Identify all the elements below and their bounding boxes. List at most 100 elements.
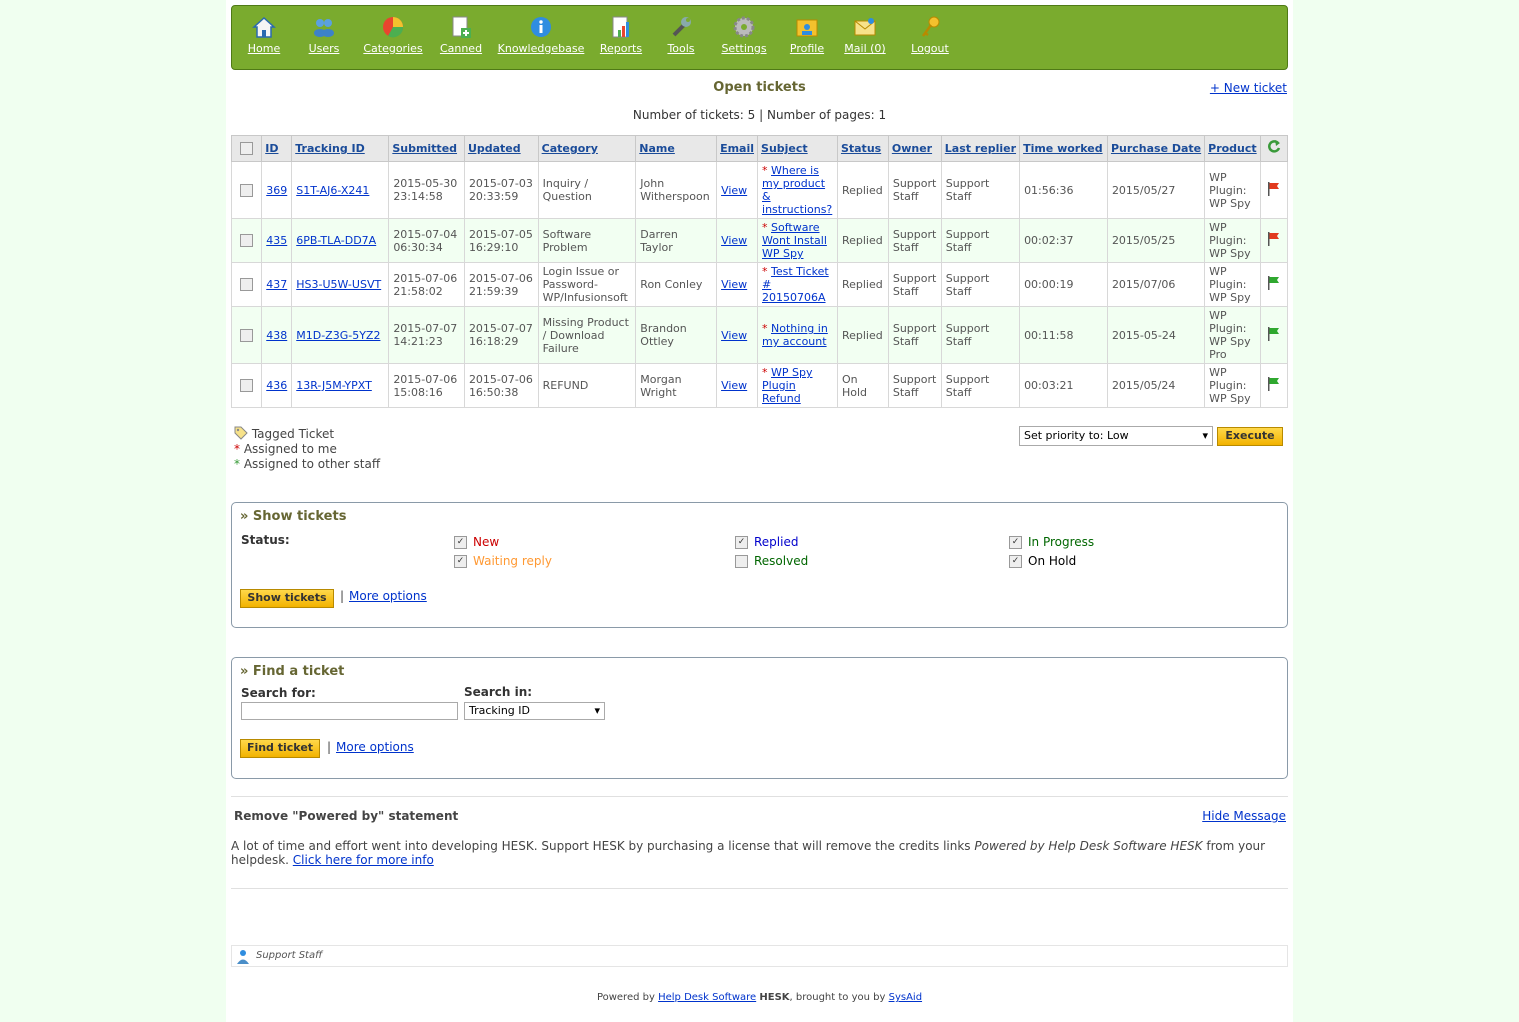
ticket-id-link[interactable]: 437 <box>266 278 287 291</box>
row-select-cell[interactable] <box>230 262 263 307</box>
show-tickets-button[interactable]: Show tickets <box>240 589 334 608</box>
last-replier-cell: Support Staff <box>940 262 1021 307</box>
powered-by: Powered by Help Desk Software HESK, brou… <box>596 992 923 1003</box>
nav-tools[interactable]: Tools <box>662 14 700 55</box>
nav-reports[interactable]: Reports <box>598 14 644 55</box>
hide-message-link[interactable]: Hide Message <box>1202 809 1286 823</box>
subject-link[interactable]: Test Ticket # 20150706A <box>762 265 829 304</box>
email-view-link[interactable]: View <box>721 234 747 247</box>
tracking-id-link[interactable]: 6PB-TLA-DD7A <box>296 234 376 247</box>
subject-link[interactable]: WP Spy Plugin Refund <box>762 366 812 405</box>
table-row[interactable]: 438 M1D-Z3G-5YZ2 2015-07-07 14:21:23 201… <box>230 306 1288 364</box>
find-more-options-link[interactable]: More options <box>336 740 414 754</box>
subject-link[interactable]: Software Wont Install WP Spy <box>762 221 827 260</box>
owner-cell: Support Staff <box>887 218 942 263</box>
new-ticket-link[interactable]: + New ticket <box>1210 81 1287 95</box>
priority-select[interactable]: Set priority to: Low ▾ <box>1019 426 1213 446</box>
row-select-cell[interactable] <box>230 161 263 219</box>
nav-settings[interactable]: Settings <box>718 14 770 55</box>
col-header-status[interactable]: Status <box>836 135 889 162</box>
email-view-link[interactable]: View <box>721 278 747 291</box>
row-checkbox[interactable] <box>240 278 254 292</box>
col-header-subject[interactable]: Subject <box>757 135 838 162</box>
search-input[interactable] <box>241 702 458 720</box>
sysaid-link[interactable]: SysAid <box>889 992 922 1003</box>
col-header-submitted[interactable]: Submitted <box>388 135 465 162</box>
ticket-id-link[interactable]: 369 <box>266 184 287 197</box>
col-header-time-worked[interactable]: Time worked <box>1019 135 1108 162</box>
status-replied[interactable]: ✓ Replied <box>735 535 798 549</box>
tracking-id-link[interactable]: M1D-Z3G-5YZ2 <box>296 329 380 342</box>
col-header-owner[interactable]: Owner <box>887 135 942 162</box>
ticket-id-link[interactable]: 438 <box>266 329 287 342</box>
updated-cell: 2015-07-03 20:33:59 <box>463 161 539 219</box>
chevron-down-icon: ▾ <box>1202 429 1208 442</box>
table-row[interactable]: 435 6PB-TLA-DD7A 2015-07-04 06:30:34 201… <box>230 218 1288 263</box>
priority-flag-icon <box>1268 232 1280 246</box>
status-new[interactable]: ✓ New <box>454 535 499 549</box>
subject-link[interactable]: Where is my product & instructions? <box>762 164 832 216</box>
tracking-id-link[interactable]: S1T-AJ6-X241 <box>296 184 369 197</box>
tracking-id-link[interactable]: HS3-U5W-USVT <box>296 278 381 291</box>
status-replied-checkbox[interactable]: ✓ <box>735 536 748 549</box>
col-header-tracking[interactable]: Tracking ID <box>291 135 390 162</box>
col-header-product[interactable]: Product <box>1204 135 1262 162</box>
nav-knowledgebase[interactable]: Knowledgebase <box>496 14 586 55</box>
nav-categories[interactable]: Categories <box>362 14 424 55</box>
submitted-cell: 2015-07-06 15:08:16 <box>388 363 465 408</box>
nav-users[interactable]: Users <box>304 14 344 55</box>
col-header-name[interactable]: Name <box>635 135 718 162</box>
email-view-link[interactable]: View <box>721 379 747 392</box>
separator: | <box>327 740 332 754</box>
helpdesk-link[interactable]: Help Desk Software <box>658 992 756 1003</box>
row-checkbox[interactable] <box>240 183 254 197</box>
row-select-cell[interactable] <box>230 218 263 263</box>
search-in-select[interactable]: Tracking ID ▾ <box>464 702 605 720</box>
refresh-icon[interactable] <box>1266 139 1282 155</box>
status-resolved[interactable]: Resolved <box>735 554 808 568</box>
nav-home[interactable]: Home <box>242 14 286 55</box>
col-header-purchase-date[interactable]: Purchase Date <box>1106 135 1206 162</box>
status-resolved-checkbox[interactable] <box>735 555 748 568</box>
select-all-checkbox[interactable] <box>240 142 254 156</box>
status-waiting-reply[interactable]: ✓ Waiting reply <box>454 554 552 568</box>
owner-cell: Support Staff <box>887 161 942 219</box>
status-on-hold-checkbox[interactable]: ✓ <box>1009 555 1022 568</box>
status-new-checkbox[interactable]: ✓ <box>454 536 467 549</box>
find-ticket-button[interactable]: Find ticket <box>240 739 320 758</box>
nav-canned[interactable]: Canned <box>438 14 484 55</box>
nav-logout[interactable]: Logout <box>906 14 954 55</box>
execute-button[interactable]: Execute <box>1217 427 1283 446</box>
row-checkbox[interactable] <box>240 379 254 393</box>
table-row[interactable]: 436 13R-J5M-YPXT 2015-07-06 15:08:16 201… <box>230 363 1288 408</box>
select-all-header[interactable] <box>230 135 263 162</box>
col-header-updated[interactable]: Updated <box>463 135 539 162</box>
col-header-id[interactable]: ID <box>261 135 293 162</box>
ticket-id-link[interactable]: 435 <box>266 234 287 247</box>
ticket-id-link[interactable]: 436 <box>266 379 287 392</box>
ticket-id-cell: 436 <box>261 363 293 408</box>
refresh-header[interactable] <box>1260 135 1288 162</box>
email-view-link[interactable]: View <box>721 184 747 197</box>
row-select-cell[interactable] <box>230 306 263 364</box>
nav-mail[interactable]: Mail (0) <box>842 14 888 55</box>
table-row[interactable]: 369 S1T-AJ6-X241 2015-05-30 23:14:58 201… <box>230 161 1288 219</box>
table-row[interactable]: 437 HS3-U5W-USVT 2015-07-06 21:58:02 201… <box>230 262 1288 307</box>
status-on-hold[interactable]: ✓ On Hold <box>1009 554 1076 568</box>
row-checkbox[interactable] <box>240 328 254 342</box>
col-header-category[interactable]: Category <box>537 135 637 162</box>
col-header-last-replier[interactable]: Last replier <box>940 135 1021 162</box>
status-in-progress[interactable]: ✓ In Progress <box>1009 535 1094 549</box>
status-in-progress-checkbox[interactable]: ✓ <box>1009 536 1022 549</box>
col-header-email[interactable]: Email <box>716 135 759 162</box>
category-cell: Missing Product / Download Failure <box>537 306 637 364</box>
more-options-link[interactable]: More options <box>349 589 427 603</box>
more-info-link[interactable]: Click here for more info <box>293 853 434 867</box>
row-checkbox[interactable] <box>240 234 254 248</box>
subject-link[interactable]: Nothing in my account <box>762 322 828 348</box>
row-select-cell[interactable] <box>230 363 263 408</box>
tracking-id-link[interactable]: 13R-J5M-YPXT <box>296 379 372 392</box>
email-view-link[interactable]: View <box>721 329 747 342</box>
nav-profile[interactable]: Profile <box>786 14 828 55</box>
status-waiting-reply-checkbox[interactable]: ✓ <box>454 555 467 568</box>
